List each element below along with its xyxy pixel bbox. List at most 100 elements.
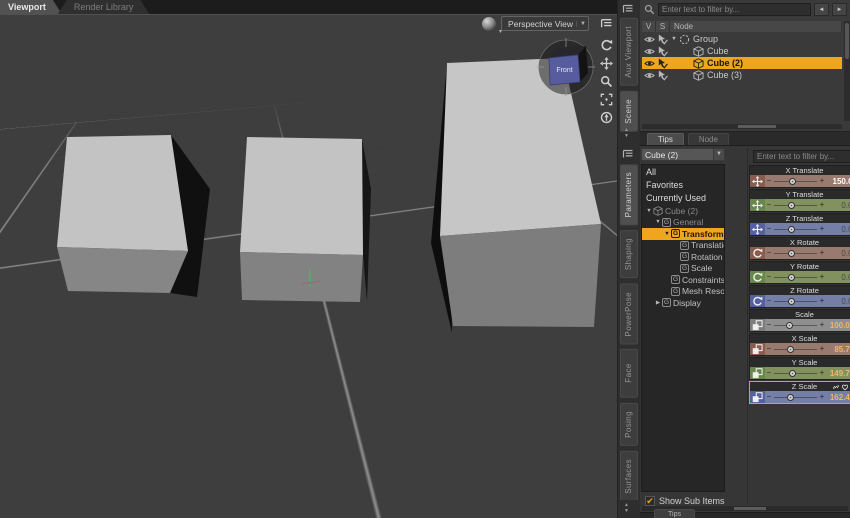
slider-knob[interactable] xyxy=(788,202,795,209)
zoom-camera-icon[interactable] xyxy=(598,73,614,89)
slider-value[interactable]: 0.00 xyxy=(826,201,850,210)
slider-value[interactable]: 85.7% xyxy=(826,345,850,354)
expander-icon[interactable]: ▼ xyxy=(663,231,671,237)
decrement-button[interactable]: − xyxy=(766,247,772,259)
visibility-eye-icon[interactable] xyxy=(643,45,655,56)
slider-track[interactable] xyxy=(773,199,818,211)
param-item-cube-2[interactable]: ▼Cube (2) xyxy=(642,205,724,217)
visibility-eye-icon[interactable] xyxy=(643,57,655,68)
slider-knob[interactable] xyxy=(788,274,795,281)
increment-button[interactable]: + xyxy=(819,319,825,331)
frame-selection-icon[interactable] xyxy=(598,91,614,107)
tab-tips-bottom[interactable]: Tips xyxy=(654,509,695,518)
param-item-favorites[interactable]: Favorites xyxy=(642,179,724,192)
slider-track[interactable] xyxy=(773,271,818,283)
slider-track[interactable] xyxy=(773,391,818,403)
visibility-eye-icon[interactable] xyxy=(643,33,655,44)
scene-row-group[interactable]: ▼Group xyxy=(642,33,842,45)
scene-row-cube[interactable]: Cube xyxy=(642,45,842,57)
scene-row-cube-2[interactable]: Cube (2) xyxy=(642,57,842,69)
slider-value[interactable]: 162.4% xyxy=(826,393,850,402)
cube1-top-face[interactable] xyxy=(57,135,188,251)
side-tab-parameters[interactable]: Parameters xyxy=(620,164,638,225)
side-tab-surfaces[interactable]: Surfaces xyxy=(620,451,638,500)
slider-knob[interactable] xyxy=(788,298,795,305)
param-item-transforms[interactable]: ▼GTransforms xyxy=(642,228,724,240)
slider-knob[interactable] xyxy=(787,346,794,353)
slider-knob[interactable] xyxy=(786,322,793,329)
slider-value[interactable]: 100.0% xyxy=(826,321,850,330)
expander-icon[interactable]: ▼ xyxy=(645,208,653,214)
increment-button[interactable]: + xyxy=(819,175,825,187)
tab-render-library[interactable]: Render Library xyxy=(58,0,150,14)
slider-knob[interactable] xyxy=(789,370,796,377)
link-icon[interactable] xyxy=(832,382,840,392)
side-tab-posing[interactable]: Posing xyxy=(620,403,638,446)
slider-track[interactable] xyxy=(773,319,818,331)
scene-vertical-scrollbar[interactable] xyxy=(844,21,850,121)
side-tab-aux-viewport[interactable]: Aux Viewport xyxy=(620,18,638,86)
side-tab-powerpose[interactable]: PowerPose xyxy=(620,284,638,345)
scene-cubes[interactable] xyxy=(0,15,617,518)
3d-viewport[interactable]: Perspective View ▼ Front xyxy=(0,14,617,518)
slider-value[interactable]: 150.00 xyxy=(826,177,850,186)
filter-prev-button[interactable]: ◄ xyxy=(814,3,829,16)
slider-value[interactable]: 0.00 xyxy=(826,297,850,306)
selectable-cursor-icon[interactable] xyxy=(656,69,668,80)
dock-splitter-arrows[interactable]: ▲▼ xyxy=(624,127,629,139)
tab-viewport[interactable]: Viewport xyxy=(0,0,62,14)
heart-favorite-icon[interactable] xyxy=(841,382,849,392)
cube3-front-face[interactable] xyxy=(440,224,601,327)
selectable-cursor-icon[interactable] xyxy=(656,45,668,56)
cube2-side-face[interactable] xyxy=(362,139,371,302)
decrement-button[interactable]: − xyxy=(766,199,772,211)
parameters-filter-input[interactable] xyxy=(753,150,850,163)
chevron-down-icon[interactable]: ▼ xyxy=(713,149,724,160)
param-item-translation[interactable]: GTranslation xyxy=(642,240,724,252)
decrement-button[interactable]: − xyxy=(766,343,772,355)
slider-knob[interactable] xyxy=(788,250,795,257)
param-item-all[interactable]: All xyxy=(642,166,724,179)
selectable-cursor-icon[interactable] xyxy=(656,57,668,68)
slider-knob[interactable] xyxy=(789,178,796,185)
expander-icon[interactable]: ▼ xyxy=(670,36,678,42)
view-select-dropdown[interactable]: Perspective View ▼ xyxy=(501,16,589,31)
slider-track[interactable] xyxy=(773,175,818,187)
cube1-front-face[interactable] xyxy=(57,247,188,293)
slider-track[interactable] xyxy=(773,343,818,355)
visibility-eye-icon[interactable] xyxy=(643,69,655,80)
increment-button[interactable]: + xyxy=(819,295,825,307)
aim-camera-icon[interactable] xyxy=(598,109,614,125)
tab-tips[interactable]: Tips xyxy=(647,133,684,145)
scene-filter-input[interactable] xyxy=(658,3,811,16)
side-tab-face-transfer[interactable]: Face Transfer xyxy=(620,349,638,398)
column-node[interactable]: Node xyxy=(670,21,842,32)
slider-z-translate[interactable]: Z Translate−+0.00 xyxy=(749,213,850,236)
slider-x-scale[interactable]: X Scale−+85.7% xyxy=(749,333,850,356)
slider-scale[interactable]: Scale−+100.0% xyxy=(749,309,850,332)
checkbox-checked-icon[interactable]: ✔ xyxy=(645,496,655,506)
selectable-cursor-icon[interactable] xyxy=(656,33,668,44)
parameters-pane-menu-icon[interactable] xyxy=(622,148,634,160)
increment-button[interactable]: + xyxy=(819,199,825,211)
slider-y-scale[interactable]: Y Scale−+149.7% xyxy=(749,357,850,380)
dock-bottom-arrows[interactable]: ▲▼ xyxy=(624,502,629,514)
slider-value[interactable]: 0.00 xyxy=(826,249,850,258)
increment-button[interactable]: + xyxy=(819,391,825,403)
decrement-button[interactable]: − xyxy=(766,367,772,379)
param-item-rotation[interactable]: GRotation xyxy=(642,251,724,263)
decrement-button[interactable]: − xyxy=(766,271,772,283)
slider-value[interactable]: 0.00 xyxy=(826,273,850,282)
slider-y-rotate[interactable]: Y Rotate−+0.00 xyxy=(749,261,850,284)
show-sub-items-row[interactable]: ✔ Show Sub Items xyxy=(645,496,725,506)
decrement-button[interactable]: − xyxy=(766,295,772,307)
param-item-scale[interactable]: GScale xyxy=(642,263,724,275)
pan-camera-icon[interactable] xyxy=(598,55,614,71)
increment-button[interactable]: + xyxy=(819,367,825,379)
expander-icon[interactable]: ▼ xyxy=(654,219,662,225)
chevron-down-icon[interactable]: ▼ xyxy=(576,21,586,27)
param-item-currently-used[interactable]: Currently Used xyxy=(642,192,724,205)
decrement-button[interactable]: − xyxy=(766,391,772,403)
increment-button[interactable]: + xyxy=(819,247,825,259)
slider-track[interactable] xyxy=(773,223,818,235)
